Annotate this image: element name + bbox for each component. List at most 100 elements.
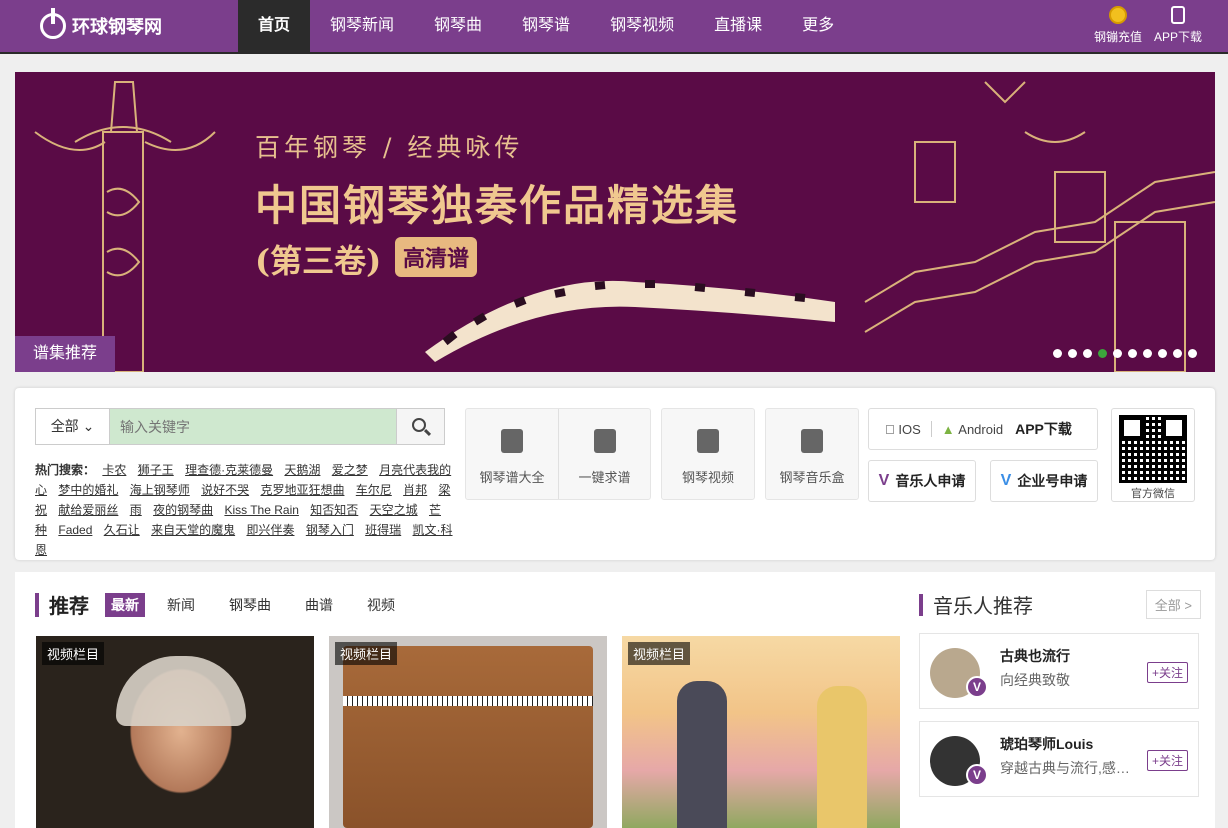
nav-item-video[interactable]: 钢琴视频 bbox=[590, 0, 694, 52]
app-download-button[interactable]: APP下载 bbox=[1148, 4, 1208, 45]
top-nav: 环球钢琴网 首页 钢琴新闻 钢琴曲 钢琴谱 钢琴视频 直播课 更多 钢镚充值 A… bbox=[0, 0, 1228, 54]
score-library-button[interactable]: 钢琴谱大全 bbox=[466, 409, 558, 499]
chevron-down-icon: ⌄ bbox=[82, 418, 95, 434]
hot-search-link[interactable]: Faded bbox=[58, 523, 92, 537]
banner-hd-badge: 高清谱 bbox=[395, 237, 478, 277]
tab-scores[interactable]: 曲谱 bbox=[299, 593, 339, 617]
app-icon bbox=[1171, 6, 1185, 24]
carousel-dot[interactable] bbox=[1158, 349, 1167, 358]
carousel-dot[interactable] bbox=[1173, 349, 1182, 358]
carousel-dot[interactable] bbox=[1188, 349, 1197, 358]
piano-video-button[interactable]: 钢琴视频 bbox=[662, 409, 754, 499]
tab-pieces[interactable]: 钢琴曲 bbox=[223, 593, 277, 617]
musician-item[interactable]: V 琥珀琴师Louis 穿越古典与流行,感受钢琴魅力 +关注 bbox=[919, 721, 1199, 797]
musician-item[interactable]: V 古典也流行 向经典致敬 +关注 bbox=[919, 633, 1199, 709]
recharge-label: 钢镚充值 bbox=[1093, 30, 1142, 44]
carousel-dot[interactable] bbox=[1143, 349, 1152, 358]
video-card[interactable]: 视频栏目 bbox=[36, 636, 314, 828]
hot-search-link[interactable]: 爱之梦 bbox=[332, 463, 368, 477]
play-screen-icon bbox=[697, 429, 719, 453]
hot-search-link[interactable]: 班得瑞 bbox=[365, 523, 401, 537]
hot-search-link[interactable]: 来自天堂的魔鬼 bbox=[151, 523, 235, 537]
hot-search-link[interactable]: 天空之城 bbox=[370, 503, 418, 517]
verified-icon: V bbox=[966, 764, 988, 786]
carousel-dot[interactable] bbox=[1128, 349, 1137, 358]
android-label: Android bbox=[948, 421, 1003, 437]
musician-name: 古典也流行 bbox=[1000, 648, 1070, 664]
video-tool: 钢琴视频 bbox=[661, 408, 755, 500]
nav-item-news[interactable]: 钢琴新闻 bbox=[310, 0, 414, 52]
carousel-dot[interactable] bbox=[1068, 349, 1077, 358]
site-logo[interactable]: 环球钢琴网 bbox=[40, 8, 162, 40]
follow-button[interactable]: +关注 bbox=[1146, 750, 1188, 771]
musician-apply-label: 音乐人申请 bbox=[895, 473, 966, 489]
logo-note-icon bbox=[40, 8, 66, 39]
tab-latest[interactable]: 最新 bbox=[105, 592, 145, 617]
wechat-qr[interactable]: 官方微信 bbox=[1111, 408, 1195, 502]
nav-item-more[interactable]: 更多 bbox=[782, 0, 854, 52]
app-links:  IOS ▲ Android APP下载 V 音乐人申请 V 企业号申请 bbox=[868, 408, 1098, 502]
score-tools: 钢琴谱大全 一键求谱 bbox=[465, 408, 651, 500]
nav-item-music[interactable]: 钢琴曲 bbox=[414, 0, 502, 52]
hot-search-link[interactable]: 克罗地亚狂想曲 bbox=[260, 483, 344, 497]
piano-thumbnail bbox=[343, 646, 593, 828]
banner-tag[interactable]: 谱集推荐 bbox=[15, 336, 115, 372]
recharge-button[interactable]: 钢镚充值 bbox=[1088, 4, 1148, 45]
request-score-button[interactable]: 一键求谱 bbox=[558, 409, 650, 499]
app-download-label: APP下载 bbox=[1153, 30, 1202, 44]
music-box-button[interactable]: 钢琴音乐盒 bbox=[766, 409, 858, 499]
hot-search-link[interactable]: 夜的钢琴曲 bbox=[153, 503, 213, 517]
hot-search-link[interactable]: 肖邦 bbox=[403, 483, 427, 497]
piano-video-label: 钢琴视频 bbox=[681, 470, 734, 485]
hero-banner[interactable]: 百年钢琴 / 经典咏传 中国钢琴独奏作品精选集 (第三卷) 高清谱 谱集推荐 bbox=[15, 72, 1215, 372]
carousel-dot[interactable] bbox=[1083, 349, 1092, 358]
qr-code-icon bbox=[1119, 415, 1187, 483]
music-box-label: 钢琴音乐盒 bbox=[779, 470, 845, 485]
nav-tools: 钢镚充值 APP下载 bbox=[1088, 4, 1208, 45]
hot-search-link[interactable]: 理查德·克莱德曼 bbox=[185, 463, 273, 477]
app-download-text: APP下载 bbox=[1005, 421, 1072, 437]
hot-search-link[interactable]: 献给爱丽丝 bbox=[58, 503, 118, 517]
search-document-icon bbox=[593, 429, 616, 453]
search-input[interactable] bbox=[110, 409, 396, 444]
hot-search-link[interactable]: 梦中的婚礼 bbox=[58, 483, 118, 497]
hot-search-link[interactable]: 狮子王 bbox=[138, 463, 174, 477]
hot-search-link[interactable]: 天鹅湖 bbox=[284, 463, 320, 477]
search-button[interactable] bbox=[396, 409, 444, 444]
carousel-dot[interactable] bbox=[1053, 349, 1062, 358]
hot-search-link[interactable]: 久石让 bbox=[104, 523, 140, 537]
follow-button[interactable]: +关注 bbox=[1146, 662, 1188, 683]
hot-search-link[interactable]: 雨 bbox=[130, 503, 142, 517]
nav-item-home[interactable]: 首页 bbox=[238, 0, 311, 52]
carousel-dot[interactable] bbox=[1113, 349, 1122, 358]
nav-item-scores[interactable]: 钢琴谱 bbox=[502, 0, 590, 52]
hot-search-link[interactable]: Kiss The Rain bbox=[224, 503, 298, 517]
video-card[interactable]: 视频栏目 bbox=[329, 636, 607, 828]
card-tag: 视频栏目 bbox=[42, 642, 105, 665]
enterprise-apply-button[interactable]: V 企业号申请 bbox=[990, 460, 1098, 502]
carousel-dot-active[interactable] bbox=[1098, 349, 1107, 358]
video-card[interactable]: 视频栏目 bbox=[622, 636, 900, 828]
tab-video[interactable]: 视频 bbox=[361, 593, 401, 617]
hot-search-link[interactable]: 钢琴入门 bbox=[306, 523, 354, 537]
v-badge-icon: V bbox=[1000, 472, 1012, 489]
hot-search-link[interactable]: 说好不哭 bbox=[201, 483, 249, 497]
hot-search-link[interactable]: 即兴伴奏 bbox=[246, 523, 294, 537]
banner-volume: (第三卷) bbox=[255, 242, 382, 280]
musician-apply-button[interactable]: V 音乐人申请 bbox=[868, 460, 976, 502]
hot-search-link[interactable]: 海上钢琴师 bbox=[130, 483, 190, 497]
musician-name: 琥珀琴师Louis bbox=[1000, 736, 1094, 752]
search-scope-label: 全部 bbox=[50, 418, 79, 434]
hot-search-link[interactable]: 车尔尼 bbox=[356, 483, 392, 497]
nav-item-live[interactable]: 直播课 bbox=[694, 0, 782, 52]
hot-search-link[interactable]: 卡农 bbox=[102, 463, 126, 477]
app-download-box[interactable]:  IOS ▲ Android APP下载 bbox=[868, 408, 1098, 450]
search-scope-select[interactable]: 全部 ⌄ bbox=[36, 409, 110, 444]
tab-news[interactable]: 新闻 bbox=[161, 593, 201, 617]
view-all-button[interactable]: 全部 > bbox=[1145, 590, 1201, 619]
carousel-dots bbox=[1053, 349, 1197, 358]
wechat-label: 官方微信 bbox=[1131, 488, 1175, 500]
musician-desc: 穿越古典与流行,感受钢琴魅力 bbox=[1000, 760, 1132, 776]
hot-search-link[interactable]: 知否知否 bbox=[310, 503, 358, 517]
musician-desc: 向经典致敬 bbox=[1000, 672, 1070, 688]
